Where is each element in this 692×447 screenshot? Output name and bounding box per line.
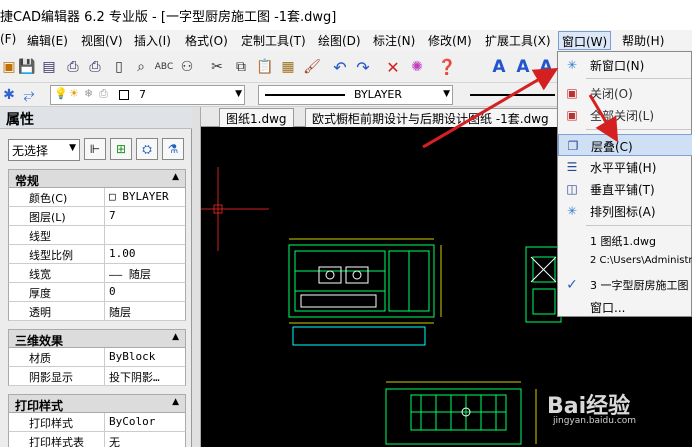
annotation-overlay <box>424 67 619 148</box>
watermark-sub: jingyan.baidu.com <box>553 416 637 426</box>
baidu-watermark: Bai经验 jingyan.baidu.com <box>545 388 690 428</box>
arrow-to-window-menu <box>424 67 559 148</box>
arrow-to-cascade <box>588 94 619 143</box>
